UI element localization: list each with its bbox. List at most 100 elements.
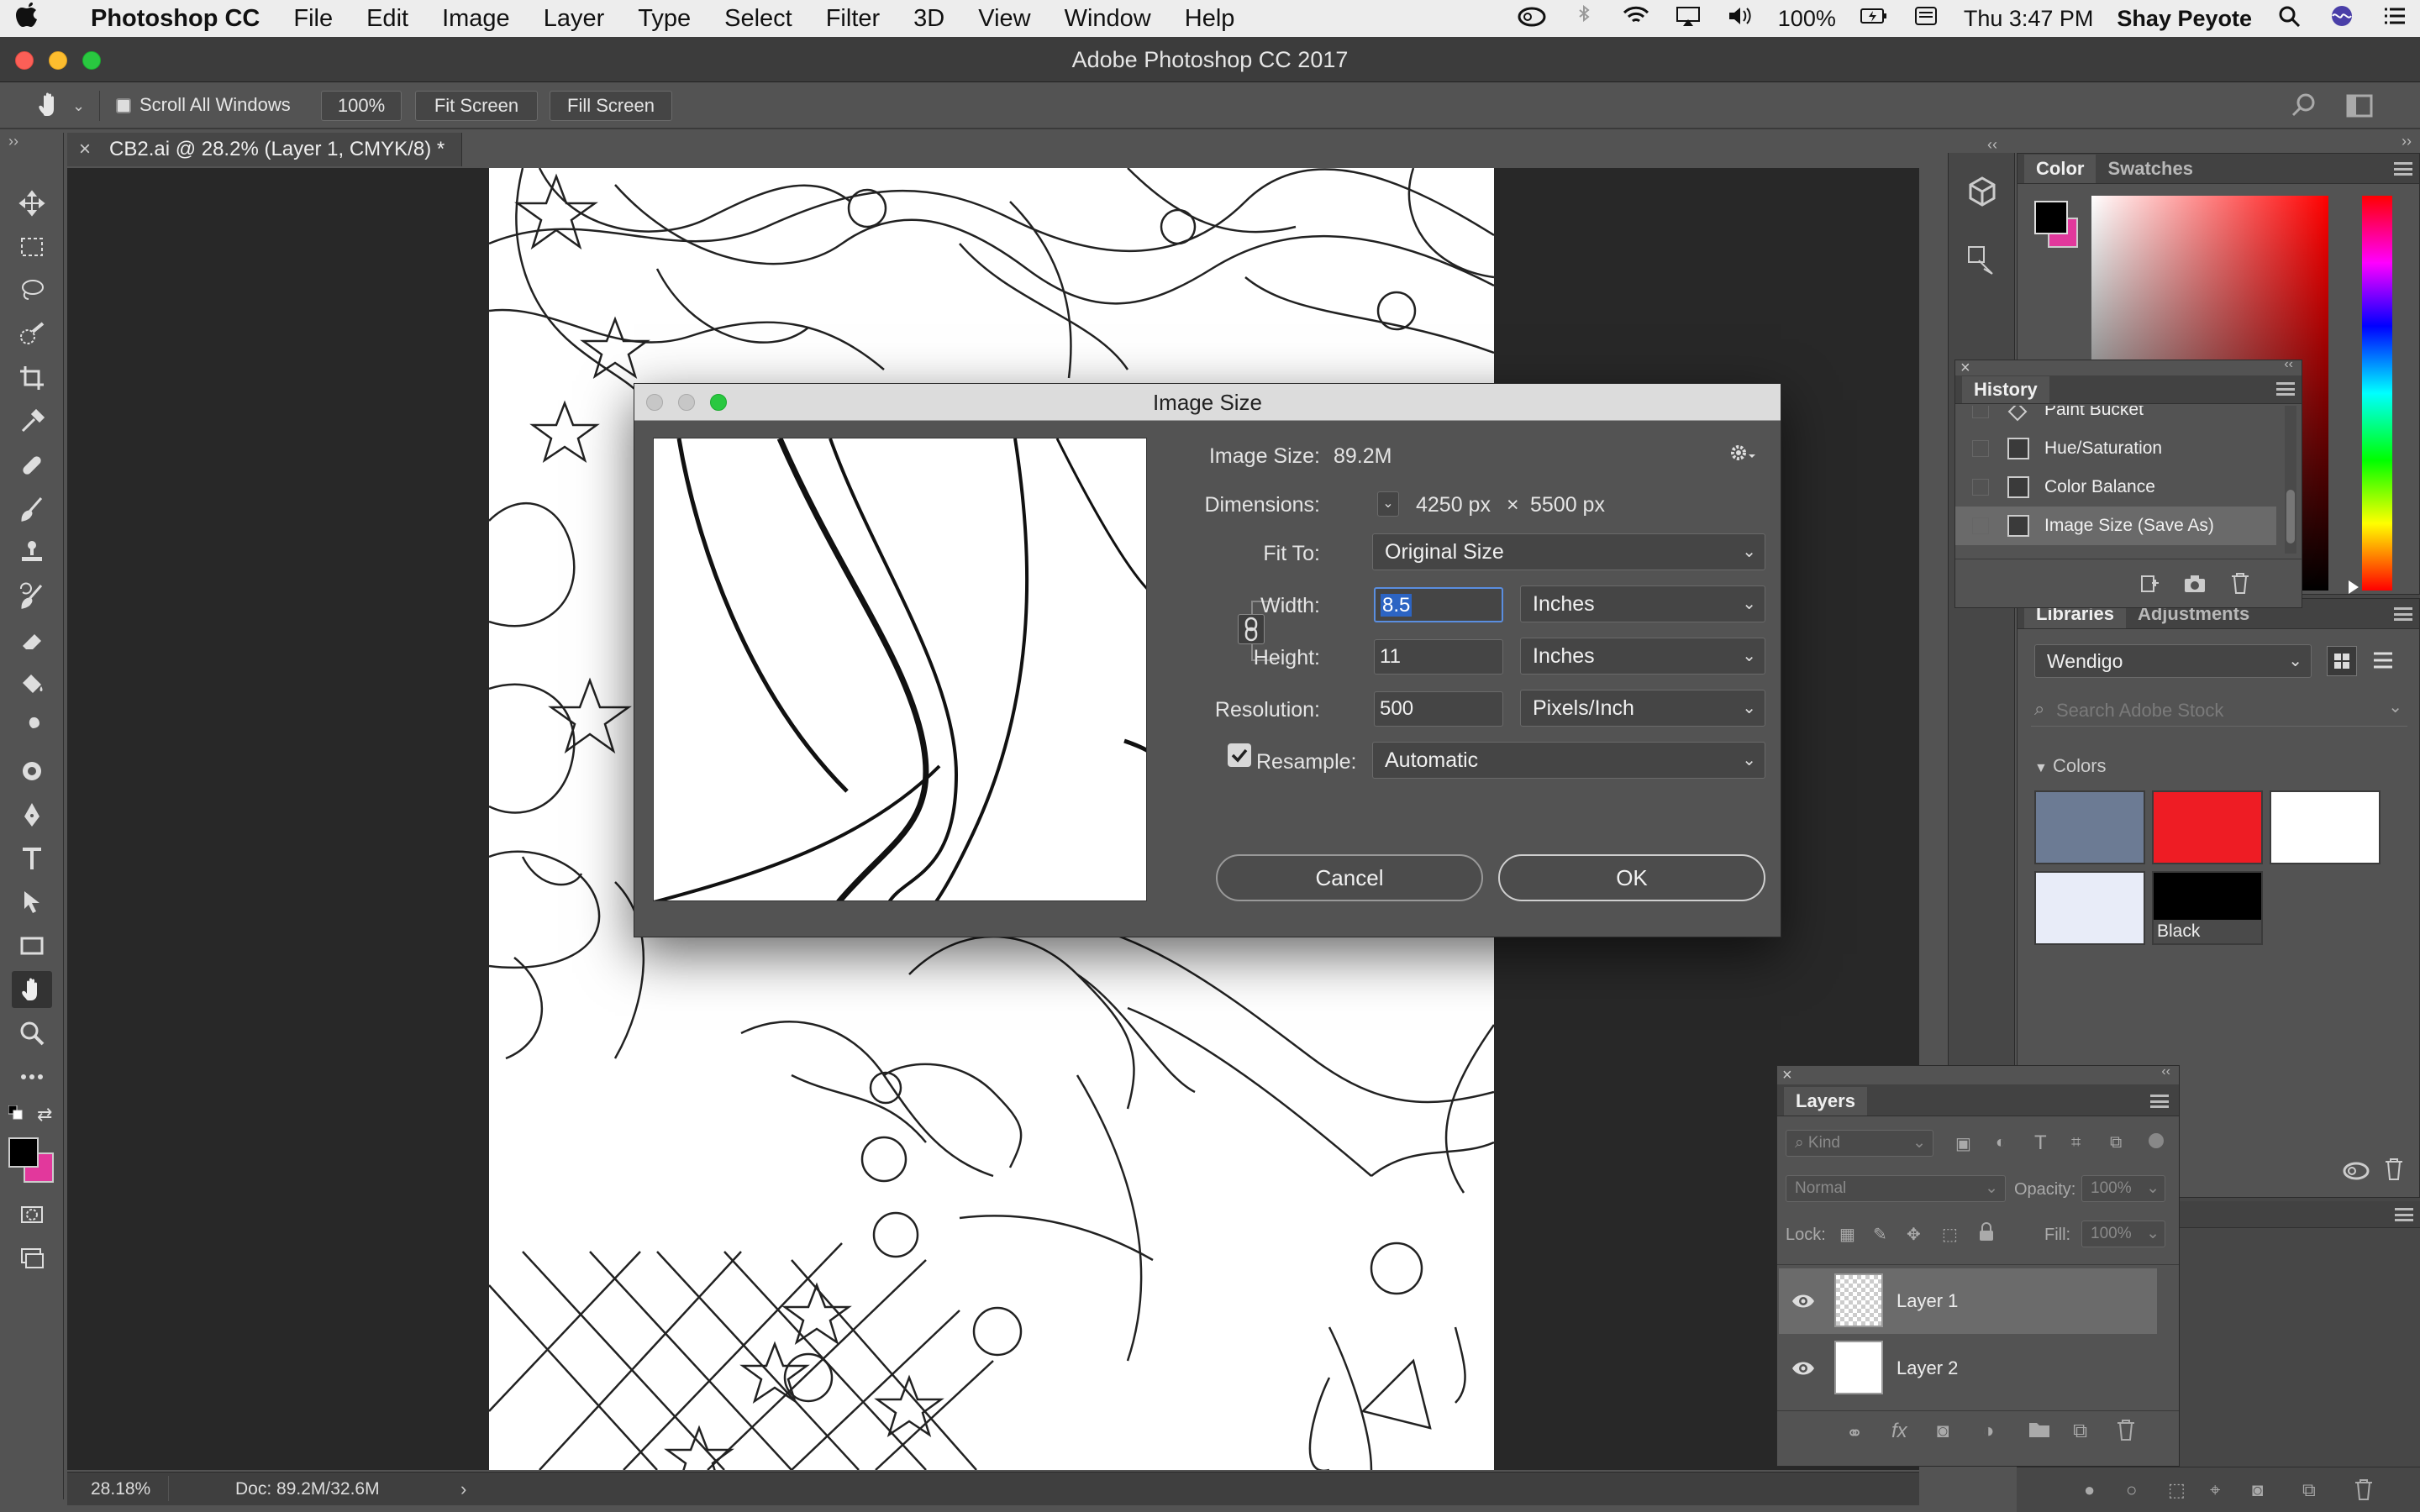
history-collapse-icon[interactable]: ‹‹ [2284,357,2293,372]
delete-state-icon[interactable] [2229,571,2251,595]
resample-method-select[interactable]: Automatic ⌄ [1372,742,1765,779]
user-name[interactable]: Shay Peyote [2105,6,2264,32]
menu-edit[interactable]: Edit [350,0,425,37]
fill-field[interactable]: 100% ⌄ [2081,1221,2165,1247]
opacity-field[interactable]: 100% ⌄ [2081,1175,2165,1202]
settings-gear-icon[interactable] [1727,441,1757,466]
menu-type[interactable]: Type [621,0,708,37]
delete-layer-icon[interactable] [2115,1418,2137,1441]
menu-select[interactable]: Select [708,0,809,37]
smudge-tool-icon[interactable] [12,709,52,746]
layer-filter-kind-select[interactable]: ⌕ Kind ⌄ [1786,1130,1933,1157]
menu-file[interactable]: File [276,0,350,37]
resolution-input[interactable]: 500 [1374,691,1503,727]
new-adjustment-layer-icon[interactable]: ◑ [1982,1420,1995,1443]
menu-help[interactable]: Help [1168,0,1252,37]
library-swatch-white[interactable] [2270,790,2381,864]
volume-icon[interactable] [1714,5,1766,33]
lock-artboard-icon[interactable]: ⬚ [1942,1224,1958,1245]
menu-filter[interactable]: Filter [809,0,897,37]
history-item[interactable]: Hue/Saturation [1955,429,2276,468]
cancel-button[interactable]: Cancel [1216,854,1483,901]
library-swatch-black[interactable]: Black [2152,871,2263,945]
document-tab[interactable]: × CB2.ai @ 28.2% (Layer 1, CMYK/8) * [67,133,462,166]
airplay-icon[interactable] [1662,5,1714,33]
apple-icon[interactable] [0,1,54,36]
add-mask-icon[interactable]: ◙ [1937,1420,1949,1443]
color-panel-menu-icon[interactable] [2394,162,2412,176]
menu-app-name[interactable]: Photoshop CC [54,0,276,37]
hue-slider-arrow-icon[interactable] [2349,580,2359,594]
height-unit-select[interactable]: Inches ⌄ [1520,638,1765,675]
lock-image-pixels-icon[interactable]: ✎ [1873,1224,1887,1245]
close-document-icon[interactable]: × [79,133,91,166]
clock[interactable]: Thu 3:47 PM [1952,6,2106,32]
colors-section-header[interactable]: ▼ Colors [2034,755,2107,777]
layer-row[interactable]: Layer 2 [1779,1336,2157,1401]
glyphs-panel-icon[interactable] [1965,244,1999,277]
filter-type-layers-icon[interactable]: T [2034,1131,2047,1155]
history-snapshot-box[interactable] [1972,406,1989,418]
dimensions-unit-dropdown[interactable]: ⌄ [1377,491,1399,517]
pen-tool-icon[interactable] [12,796,52,833]
library-swatch-slate[interactable] [2034,790,2145,864]
zoom-100-button[interactable]: 100% [321,91,402,121]
dock-strip-anchor-icon[interactable]: ⌖ [2210,1479,2220,1501]
library-swatch-red[interactable] [2152,790,2263,864]
filter-pixel-layers-icon[interactable]: ▣ [1955,1133,1971,1154]
keyboard-input-icon[interactable] [1900,5,1952,33]
fit-screen-button[interactable]: Fit Screen [415,91,538,121]
width-unit-select[interactable]: Inches ⌄ [1520,585,1765,622]
status-menu-chevron-icon[interactable]: › [460,1473,466,1506]
edit-toolbar-icon[interactable] [12,1058,52,1095]
layer-visibility-eye-icon[interactable] [1791,1356,1816,1381]
layer-row-selected[interactable]: Layer 1 [1779,1268,2157,1334]
menu-image[interactable]: Image [425,0,527,37]
libraries-panel-menu-icon[interactable] [2394,607,2412,621]
tab-layers[interactable]: Layers [1784,1087,1867,1116]
eyedropper-tool-icon[interactable] [12,403,52,440]
create-snapshot-icon[interactable] [2182,573,2207,595]
tab-swatches[interactable]: Swatches [2096,155,2205,183]
battery-icon[interactable] [1848,5,1900,33]
path-selection-tool-icon[interactable] [12,884,52,921]
new-layer-icon[interactable]: ⧉ [2073,1420,2087,1443]
history-close-icon[interactable]: × [1960,359,1970,378]
siri-icon[interactable] [2316,5,2368,33]
history-item-current[interactable]: Image Size (Save As) [1955,507,2276,545]
width-input[interactable]: 8.5 [1374,587,1503,622]
library-trash-icon[interactable] [2382,1157,2406,1182]
quick-selection-tool-icon[interactable] [12,316,52,353]
workspace-switcher-icon[interactable] [2344,92,2378,119]
layers-close-icon[interactable]: × [1782,1066,1792,1085]
new-document-from-state-icon[interactable] [2137,573,2160,595]
brush-tool-icon[interactable] [12,491,52,528]
history-snapshot-box[interactable] [1972,479,1989,496]
dock-strip-mask-icon[interactable]: ◙ [2252,1479,2263,1501]
creative-cloud-icon[interactable] [1506,5,1558,33]
new-group-folder-icon[interactable] [2028,1418,2051,1440]
lasso-tool-icon[interactable] [12,272,52,309]
notification-center-icon[interactable] [2368,5,2420,33]
constrain-proportions-chain-icon[interactable] [1238,614,1265,644]
clone-stamp-tool-icon[interactable] [12,534,52,571]
image-preview[interactable] [653,438,1147,901]
bluetooth-icon[interactable] [1558,4,1610,33]
hue-slider[interactable] [2362,196,2392,591]
history-item[interactable]: Color Balance [1955,468,2276,507]
history-snapshot-box[interactable] [1972,440,1989,457]
ok-button[interactable]: OK [1498,854,1765,901]
dock-strip-selection-icon[interactable]: ⬚ [2168,1479,2186,1501]
dialog-zoom-button[interactable] [710,394,727,411]
creative-cloud-sync-icon[interactable] [2342,1158,2370,1182]
toolbox-collapse-icon[interactable]: ›› [8,133,18,150]
healing-brush-tool-icon[interactable] [12,447,52,484]
blend-mode-select[interactable]: Normal ⌄ [1786,1175,2006,1202]
layer-visibility-eye-icon[interactable] [1791,1289,1816,1314]
menu-3d[interactable]: 3D [897,0,961,37]
lock-transparent-pixels-icon[interactable]: ▦ [1839,1224,1855,1245]
scroll-all-windows-checkbox[interactable] [116,98,131,113]
resample-checkbox[interactable] [1228,743,1251,767]
dock-strip-circle-icon[interactable]: ○ [2126,1479,2137,1501]
menu-layer[interactable]: Layer [527,0,622,37]
